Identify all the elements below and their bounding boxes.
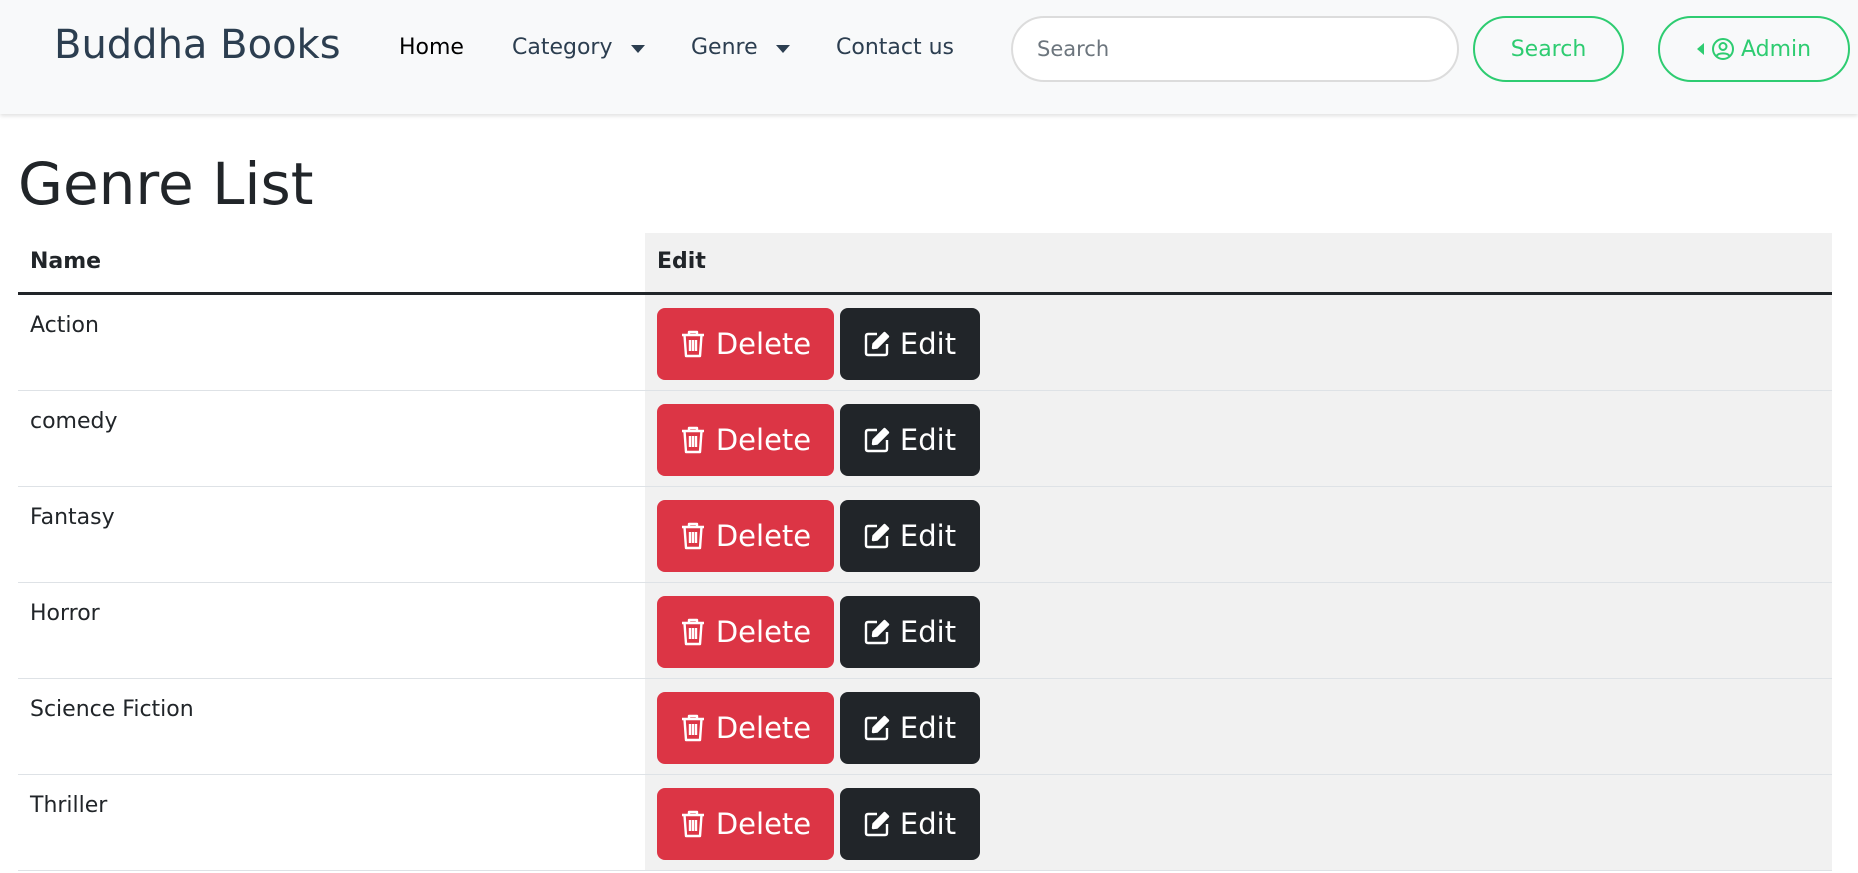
genre-name: Horror [30,601,100,626]
trash-icon [680,329,706,359]
navbar: Buddha Books Home Category Genre Contact… [0,0,1858,114]
trash-icon [680,617,706,647]
row-actions: Delete Edit [645,487,1832,582]
edit-button[interactable]: Edit [840,308,980,380]
pencil-square-icon [864,331,890,357]
nav-home[interactable]: Home [399,35,464,60]
brand-logo[interactable]: Buddha Books [54,22,341,68]
nav-category-dropdown[interactable]: Category [512,35,645,60]
admin-label: Admin [1740,36,1812,62]
pencil-square-icon [864,619,890,645]
delete-label: Delete [715,423,812,457]
genre-name: Action [30,313,99,338]
delete-label: Delete [715,807,812,841]
nav-home-label: Home [399,35,464,60]
table-row: Thriller Delete Edit [18,775,1832,871]
row-actions: Delete Edit [645,583,1832,678]
genre-name: Thriller [30,793,108,818]
table-row: Fantasy Delete Edit [18,487,1832,583]
table-row: comedy Delete Edit [18,391,1832,487]
trash-icon [680,713,706,743]
row-actions: Delete Edit [645,679,1832,774]
edit-button[interactable]: Edit [840,692,980,764]
table-body: Action Delete Edit comedy Delete Edit Fa… [18,295,1832,871]
pencil-square-icon [864,523,890,549]
trash-icon [680,809,706,839]
table-row: Science Fiction Delete Edit [18,679,1832,775]
row-actions: Delete Edit [645,295,1832,390]
edit-label: Edit [899,615,957,649]
genre-table: Name Edit Action Delete Edit comedy Dele… [18,233,1832,871]
edit-label: Edit [899,519,957,553]
edit-label: Edit [899,807,957,841]
row-actions: Delete Edit [645,391,1832,486]
trash-icon [680,425,706,455]
column-header-edit: Edit [645,233,1832,292]
nav-genre-label: Genre [691,35,758,60]
page-title: Genre List [18,150,314,218]
pencil-square-icon [864,427,890,453]
edit-label: Edit [899,327,957,361]
genre-name: Science Fiction [30,697,194,722]
nav-genre-dropdown[interactable]: Genre [691,35,790,60]
delete-button[interactable]: Delete [657,788,834,860]
chevron-down-icon [630,44,645,53]
table-row: Action Delete Edit [18,295,1832,391]
admin-dropdown-button[interactable]: Admin [1658,16,1850,82]
chevron-down-icon [775,44,790,53]
table-row: Horror Delete Edit [18,583,1832,679]
search-button[interactable]: Search [1473,16,1624,82]
search-input[interactable] [1011,16,1459,82]
delete-label: Delete [715,519,812,553]
nav-contact[interactable]: Contact us [836,35,954,60]
pencil-square-icon [864,715,890,741]
edit-label: Edit [899,423,957,457]
user-circle-icon [1711,37,1735,61]
delete-button[interactable]: Delete [657,692,834,764]
trash-icon [680,521,706,551]
pencil-square-icon [864,811,890,837]
delete-button[interactable]: Delete [657,596,834,668]
nav-category-label: Category [512,35,613,60]
edit-button[interactable]: Edit [840,500,980,572]
delete-label: Delete [715,615,812,649]
search-button-label: Search [1510,36,1587,62]
genre-name: Fantasy [30,505,115,530]
nav-contact-label: Contact us [836,35,954,60]
delete-button[interactable]: Delete [657,404,834,476]
delete-label: Delete [715,327,812,361]
delete-button[interactable]: Delete [657,500,834,572]
caret-left-icon [1696,43,1704,55]
genre-name: comedy [30,409,118,434]
edit-button[interactable]: Edit [840,404,980,476]
column-header-name: Name [30,249,102,274]
edit-label: Edit [899,711,957,745]
delete-button[interactable]: Delete [657,308,834,380]
table-header: Name Edit [18,233,1832,295]
edit-button[interactable]: Edit [840,596,980,668]
edit-button[interactable]: Edit [840,788,980,860]
delete-label: Delete [715,711,812,745]
row-actions: Delete Edit [645,775,1832,870]
